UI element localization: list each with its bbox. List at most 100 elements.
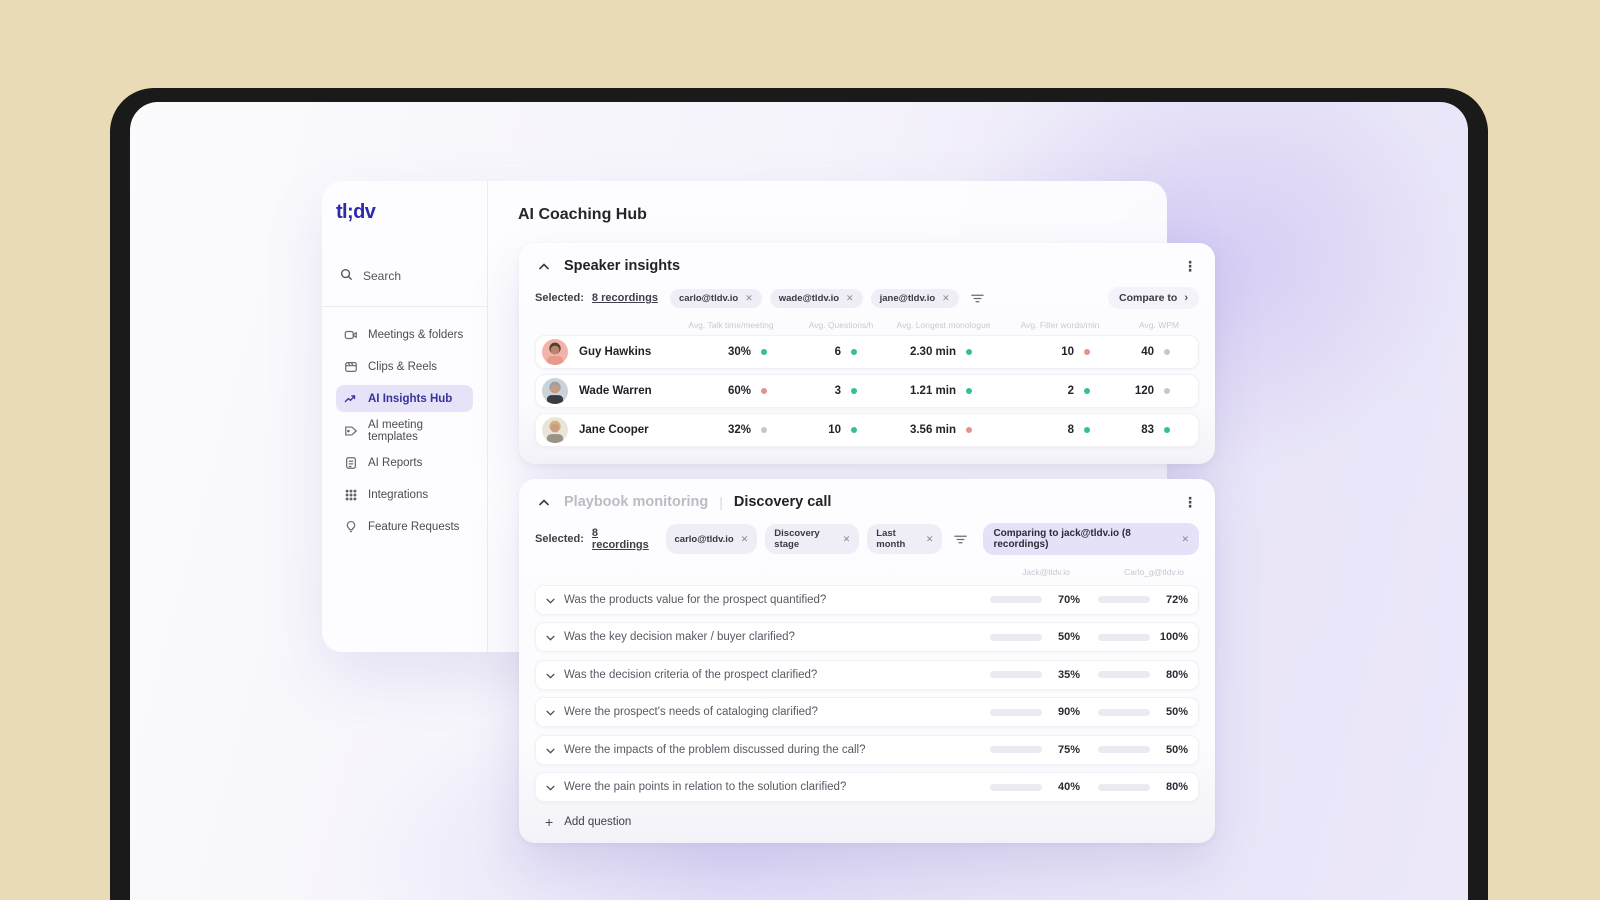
tldv-logo: tl;dv	[336, 201, 376, 223]
question-text: Were the pain points in relation to the …	[564, 781, 847, 793]
column-carlo: Carlo_g@tldv.io	[1124, 567, 1184, 577]
avatar	[542, 417, 568, 443]
speaker-name: Jane Cooper	[579, 424, 649, 436]
playbook-filter-chip[interactable]: carlo@tldv.io ✕	[665, 524, 758, 554]
filter-icon[interactable]	[954, 534, 968, 545]
playbook-column-headers: Jack@tldv.io Carlo_g@tldv.io	[535, 567, 1199, 577]
close-icon[interactable]: ✕	[846, 293, 854, 304]
progress-group: 50%	[1098, 706, 1188, 718]
close-icon[interactable]: ✕	[926, 534, 934, 545]
comparing-chip[interactable]: Comparing to jack@tldv.io (8 recordings)…	[983, 523, 1199, 555]
sidebar-item-meetings-folders[interactable]: Meetings & folders	[336, 321, 473, 348]
selected-recordings-link[interactable]: 8 recordings	[592, 292, 658, 304]
chevron-down-icon[interactable]	[546, 591, 555, 609]
selected-label: Selected:	[535, 533, 584, 545]
playbook-filter-chip[interactable]: Discovery stage ✕	[765, 524, 860, 554]
progress-group: 80%	[1098, 781, 1188, 793]
bulb-icon	[344, 520, 358, 534]
playbook-question-row[interactable]: Was the products value for the prospect …	[535, 584, 1199, 615]
collapse-chevron-up-icon[interactable]	[535, 257, 553, 275]
selected-recordings-link[interactable]: 8 recordings	[592, 527, 654, 551]
metric-cell: 32%	[655, 424, 785, 436]
chart-icon	[344, 392, 358, 406]
column-header: Avg. WPM	[1139, 320, 1179, 330]
status-dot-good	[851, 349, 857, 355]
sidebar-item-ai-reports[interactable]: AI Reports	[336, 449, 473, 476]
metric-value: 32%	[727, 424, 751, 436]
chevron-down-icon[interactable]	[546, 741, 555, 759]
sidebar-item-label: AI Insights Hub	[368, 392, 453, 405]
question-text: Was the key decision maker / buyer clari…	[564, 631, 795, 643]
sidebar-item-feature-requests[interactable]: Feature Requests	[336, 513, 473, 540]
sidebar-divider	[322, 306, 487, 307]
playbook-filter-chip[interactable]: Last month ✕	[867, 524, 943, 554]
status-dot-good	[851, 427, 857, 433]
close-icon[interactable]: ✕	[843, 534, 851, 545]
metric-value: 83	[1141, 424, 1154, 436]
filter-icon[interactable]	[970, 293, 984, 304]
status-dot-good	[1084, 427, 1090, 433]
comparing-label: Comparing to jack@tldv.io (8 recordings)	[993, 528, 1131, 550]
chip-label: Last month	[876, 528, 906, 550]
status-dot-neutral	[761, 427, 767, 433]
metric-value: 10	[828, 424, 841, 436]
chevron-down-icon[interactable]	[546, 666, 555, 684]
table-row: Guy Hawkins 30% 6 2.30 min 10 40	[535, 335, 1199, 369]
metric-value: 6	[834, 346, 841, 358]
metric-cell: 2	[990, 385, 1108, 397]
close-icon[interactable]: ✕	[942, 293, 950, 304]
speaker-filter-chip[interactable]: jane@tldv.io ✕	[870, 288, 959, 308]
metric-value: 2	[1067, 385, 1074, 397]
sidebar-item-integrations[interactable]: Integrations	[336, 481, 473, 508]
question-text: Were the prospect's needs of cataloging …	[564, 706, 818, 718]
progress-group: 80%	[1098, 669, 1188, 681]
plus-icon: +	[545, 814, 554, 830]
progress-percent: 100%	[1159, 631, 1188, 643]
chevron-down-icon[interactable]	[546, 628, 555, 646]
progress-percent: 72%	[1165, 593, 1188, 606]
status-dot-good	[1084, 388, 1090, 394]
metric-cell: 6	[785, 346, 875, 358]
close-icon[interactable]: ✕	[1181, 534, 1189, 545]
speaker-filter-chip[interactable]: carlo@tldv.io ✕	[669, 288, 762, 308]
playbook-filter-row: Selected: 8 recordings carlo@tldv.io ✕ Dis…	[535, 523, 1199, 555]
metric-value: 120	[1134, 385, 1154, 397]
chevron-down-icon[interactable]	[546, 778, 555, 796]
speaker-column-headers: Avg. Talk time/meeting Avg. Questions/h Av…	[535, 320, 1199, 330]
sidebar-item-clips-reels[interactable]: Clips & Reels	[336, 353, 473, 380]
add-question-button[interactable]: + Add question	[535, 815, 1199, 829]
progress-track	[990, 596, 1042, 603]
metric-cell: 2.30 min	[875, 346, 990, 358]
sidebar-item-ai-meeting-templates[interactable]: AI meeting templates	[336, 417, 473, 444]
compare-to-button[interactable]: Compare to ›	[1107, 287, 1199, 309]
collapse-chevron-up-icon[interactable]	[535, 493, 553, 511]
close-icon[interactable]: ✕	[741, 534, 749, 545]
speaker-name-cell: Guy Hawkins	[542, 339, 655, 365]
playbook-question-row[interactable]: Were the pain points in relation to the …	[535, 772, 1199, 802]
speaker-name-cell: Wade Warren	[542, 378, 655, 404]
progress-track	[1098, 783, 1150, 791]
progress-percent: 50%	[1165, 706, 1188, 718]
playbook-question-row[interactable]: Were the impacts of the problem discusse…	[535, 734, 1199, 765]
speaker-filter-chip[interactable]: wade@tldv.io ✕	[769, 288, 863, 308]
avatar	[542, 378, 568, 404]
playbook-question-row[interactable]: Were the prospect's needs of cataloging …	[535, 697, 1199, 727]
progress-track	[990, 746, 1042, 753]
sidebar-item-ai-insights-hub[interactable]: AI Insights Hub	[336, 385, 473, 412]
progress-percent: 70%	[1057, 593, 1080, 606]
column-header: Avg. Questions/h	[808, 320, 874, 330]
playbook-question-row[interactable]: Was the decision criteria of the prospec…	[535, 659, 1199, 690]
grid-icon	[344, 488, 358, 502]
playbook-question-row[interactable]: Was the key decision maker / buyer clari…	[535, 622, 1199, 652]
search-button[interactable]: Search	[336, 266, 473, 286]
speaker-rows: Guy Hawkins 30% 6 2.30 min 10 40 Wade Warren 60…	[535, 335, 1199, 447]
playbook-card-header: Playbook monitoring | Discovery call ⋮	[535, 479, 1199, 511]
chevron-down-icon[interactable]	[546, 703, 555, 721]
close-icon[interactable]: ✕	[745, 293, 753, 304]
progress-group: 100%	[1098, 631, 1188, 643]
kebab-menu-icon[interactable]: ⋮	[1181, 493, 1199, 511]
progress-group: 72%	[1098, 594, 1188, 606]
kebab-menu-icon[interactable]: ⋮	[1181, 257, 1199, 275]
column-jack: Jack@tldv.io	[1022, 567, 1070, 577]
progress-percent: 80%	[1165, 668, 1188, 681]
